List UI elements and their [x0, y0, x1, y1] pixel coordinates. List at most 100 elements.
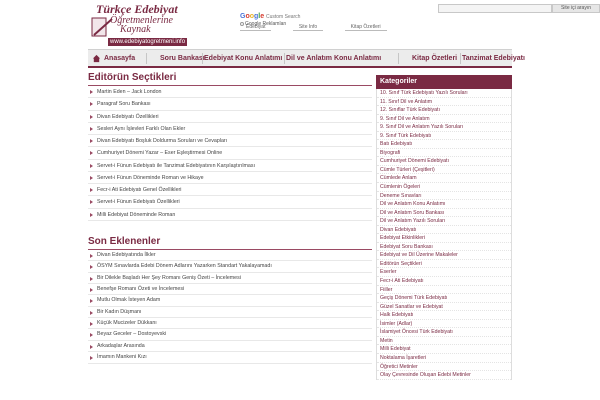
category-link[interactable]: Cümlede Anlam: [377, 174, 511, 184]
category-link[interactable]: Eserler: [377, 268, 511, 278]
category-link[interactable]: 9. Sınıf Dil ve Anlatım Yazılı Soruları: [377, 123, 511, 132]
category-link[interactable]: 12. Sınıflar Türk Edebiyatı: [377, 106, 511, 115]
list-item-link[interactable]: Divan Edebiyatı Özellikleri: [97, 114, 159, 120]
list-item-link[interactable]: Bir Kadın Düşmanı: [97, 309, 141, 315]
category-link[interactable]: Edebiyat Etkinlikleri: [377, 234, 511, 243]
category-link[interactable]: Cumhuriyet Dönemi Edebiyatı: [377, 157, 511, 166]
category-link[interactable]: Edebiyat Soru Bankası: [377, 243, 511, 252]
list-item[interactable]: Martin Eden – Jack London: [88, 86, 372, 99]
list-item[interactable]: İmamın Mankeni Kızı: [88, 352, 372, 364]
nav-soru-bankasi[interactable]: Soru Bankası: [160, 50, 205, 67]
category-link[interactable]: Dil ve Anlatım Soru Bankası: [377, 209, 511, 218]
list-item[interactable]: ÖSYM Sınavlarda Edebi Dönem Adlarını Yaz…: [88, 261, 372, 273]
category-link[interactable]: Cümlenin Ögeleri: [377, 183, 511, 192]
list-item-link[interactable]: Cumhuriyet Dönemi Yazar – Eser Eşleştirm…: [97, 150, 222, 156]
list-item[interactable]: Sesleri Aynı İşlevleri Farklı Olan Ekler: [88, 123, 372, 135]
category-link[interactable]: Deneme Sınavları: [377, 192, 511, 201]
nav-divider: [146, 53, 147, 64]
category-link[interactable]: 11. Sınıf Dil ve Anlatım: [377, 98, 511, 107]
list-item[interactable]: Arkadaşlar Arasında: [88, 341, 372, 353]
list-item-link[interactable]: Milli Edebiyat Döneminde Roman: [97, 212, 175, 218]
category-link[interactable]: Güzel Sanatlar ve Edebiyat: [377, 303, 511, 312]
quick-link-edebiyat[interactable]: Edebiyat: [240, 24, 272, 31]
quick-link-kitap-ozetleri[interactable]: Kitap Özetleri: [344, 24, 387, 31]
category-link[interactable]: Dil ve Anlatım Yazılı Soruları: [377, 217, 511, 226]
main-content: Editörün Seçtikleri Martin Eden – Jack L…: [88, 70, 372, 400]
list-item[interactable]: Cumhuriyet Dönemi Yazar – Eser Eşleştirm…: [88, 147, 372, 160]
bullet-arrow-icon: [90, 356, 93, 361]
category-link[interactable]: Milli Edebiyat: [377, 345, 511, 354]
category-link[interactable]: Halk Edebiyatı: [377, 311, 511, 320]
category-link[interactable]: 10. Sınıf Türk Edebiyatı Yazılı Soruları: [377, 89, 511, 98]
list-item[interactable]: Mutlu Olmak İsteyen Adam: [88, 295, 372, 307]
site-search-input[interactable]: [438, 4, 552, 13]
bullet-arrow-icon: [90, 299, 93, 304]
list-item[interactable]: Benefşe Romanı Özeti ve İncelemesi: [88, 284, 372, 296]
category-link[interactable]: İslamiyet Öncesi Türk Edebiyatı: [377, 328, 511, 337]
category-link[interactable]: İsimler (Adlar): [377, 320, 511, 329]
list-item-link[interactable]: Fecr-i Ati Edebiyatı Genel Özellikleri: [97, 187, 182, 193]
nav-divider: [460, 53, 461, 64]
bullet-arrow-icon: [90, 344, 93, 349]
list-item[interactable]: Paragraf Soru Bankası: [88, 98, 372, 111]
recent-posts-title: Son Eklenenler: [88, 234, 372, 250]
nav-anasayfa[interactable]: Anasayfa: [104, 50, 135, 67]
list-item[interactable]: Fecr-i Ati Edebiyatı Genel Özellikleri: [88, 184, 372, 197]
list-item-link[interactable]: Benefşe Romanı Özeti ve İncelemesi: [97, 286, 184, 292]
category-link[interactable]: Geçiş Dönemi Türk Edebiyatı: [377, 294, 511, 303]
nav-edebiyat-konu-anlatimi[interactable]: Edebiyat Konu Anlatımı: [204, 50, 282, 67]
category-link[interactable]: Noktalama İşaretleri: [377, 354, 511, 363]
bullet-arrow-icon: [90, 175, 93, 180]
list-item[interactable]: Milli Edebiyat Döneminde Roman: [88, 209, 372, 221]
list-item-link[interactable]: Beyaz Geceler – Dostoyevski: [97, 331, 166, 337]
site-logo[interactable]: Türkçe Edebiyat Öğretmenlerine Kaynak ww…: [90, 2, 196, 46]
list-item[interactable]: Küçük Mucizeler Dükkanı: [88, 318, 372, 330]
category-link[interactable]: Öğretici Metinler: [377, 363, 511, 372]
category-link[interactable]: Edebiyat ve Dil Üzerine Makaleler: [377, 251, 511, 260]
category-link[interactable]: Batı Edebiyatı: [377, 140, 511, 149]
list-item-link[interactable]: Küçük Mucizeler Dükkanı: [97, 320, 157, 326]
list-item[interactable]: Servet-i Fünun Döneminde Roman ve Hikaye: [88, 172, 372, 184]
list-item[interactable]: Bir Kadın Düşmanı: [88, 307, 372, 319]
category-link[interactable]: Biyografi: [377, 149, 511, 158]
category-link[interactable]: Olay Çevresinde Oluşan Edebi Metinler: [377, 371, 511, 380]
nav-kitap-ozetleri[interactable]: Kitap Özetleri: [412, 50, 457, 67]
category-link[interactable]: Divan Edebiyatı: [377, 226, 511, 235]
list-item[interactable]: Divan Edebiyatında İlkler: [88, 250, 372, 262]
list-item[interactable]: Divan Edebiyatı Özellikleri: [88, 111, 372, 123]
main-nav: Anasayfa Soru Bankası Edebiyat Konu Anla…: [88, 49, 525, 68]
category-link[interactable]: Metin: [377, 337, 511, 346]
nav-tanzimat-edebiyati[interactable]: Tanzimat Edebiyatı: [462, 50, 525, 67]
category-link[interactable]: Editörün Seçtikleri: [377, 260, 511, 269]
category-link[interactable]: Fiiller: [377, 286, 511, 295]
list-item-link[interactable]: İmamın Mankeni Kızı: [97, 354, 147, 360]
nav-dil-ve-anlatim[interactable]: Dil ve Anlatım Konu Anlatımı: [286, 50, 381, 67]
list-item[interactable]: Bir Dilekle Başladı Her Şey Romanı Geniş…: [88, 273, 372, 284]
quick-link-site-info[interactable]: Site Info: [292, 24, 324, 31]
list-item[interactable]: Beyaz Geceler – Dostoyevski: [88, 329, 372, 341]
category-link[interactable]: Fecr-i Ati Edebiyatı: [377, 277, 511, 286]
list-item-link[interactable]: Divan Edebiyatı Boşluk Doldurma Soruları…: [97, 138, 227, 144]
category-link[interactable]: 9. Sınıf Dil ve Anlatım: [377, 115, 511, 124]
list-item-link[interactable]: Mutlu Olmak İsteyen Adam: [97, 297, 160, 303]
list-item-link[interactable]: Servet-i Fünun Edebiyatı ile Tanzimat Ed…: [97, 163, 255, 169]
bullet-arrow-icon: [90, 310, 93, 315]
list-item-link[interactable]: Bir Dilekle Başladı Her Şey Romanı Geniş…: [97, 275, 241, 281]
home-icon[interactable]: [92, 54, 101, 63]
list-item[interactable]: Servet-i Fünun Edebiyatı Özellikleri: [88, 196, 372, 209]
site-search-button[interactable]: Site içi arayın: [552, 4, 600, 13]
list-item[interactable]: Divan Edebiyatı Boşluk Doldurma Soruları…: [88, 135, 372, 148]
list-item-link[interactable]: Paragraf Soru Bankası: [97, 101, 151, 107]
list-item[interactable]: Servet-i Fünun Edebiyatı ile Tanzimat Ed…: [88, 160, 372, 172]
list-item-link[interactable]: Sesleri Aynı İşlevleri Farklı Olan Ekler: [97, 126, 185, 132]
list-item-link[interactable]: Arkadaşlar Arasında: [97, 343, 145, 349]
bullet-arrow-icon: [90, 102, 93, 107]
category-link[interactable]: Dil ve Anlatım Konu Anlatımı: [377, 200, 511, 209]
category-link[interactable]: Cümle Türleri (Çeşitleri): [377, 166, 511, 175]
category-link[interactable]: 9. Sınıf Türk Edebiyatı: [377, 132, 511, 141]
list-item-link[interactable]: Martin Eden – Jack London: [97, 89, 162, 95]
list-item-link[interactable]: Servet-i Fünun Edebiyatı Özellikleri: [97, 199, 180, 205]
list-item-link[interactable]: Servet-i Fünun Döneminde Roman ve Hikaye: [97, 175, 204, 181]
list-item-link[interactable]: Divan Edebiyatında İlkler: [97, 252, 156, 258]
list-item-link[interactable]: ÖSYM Sınavlarda Edebi Dönem Adlarını Yaz…: [97, 263, 272, 269]
